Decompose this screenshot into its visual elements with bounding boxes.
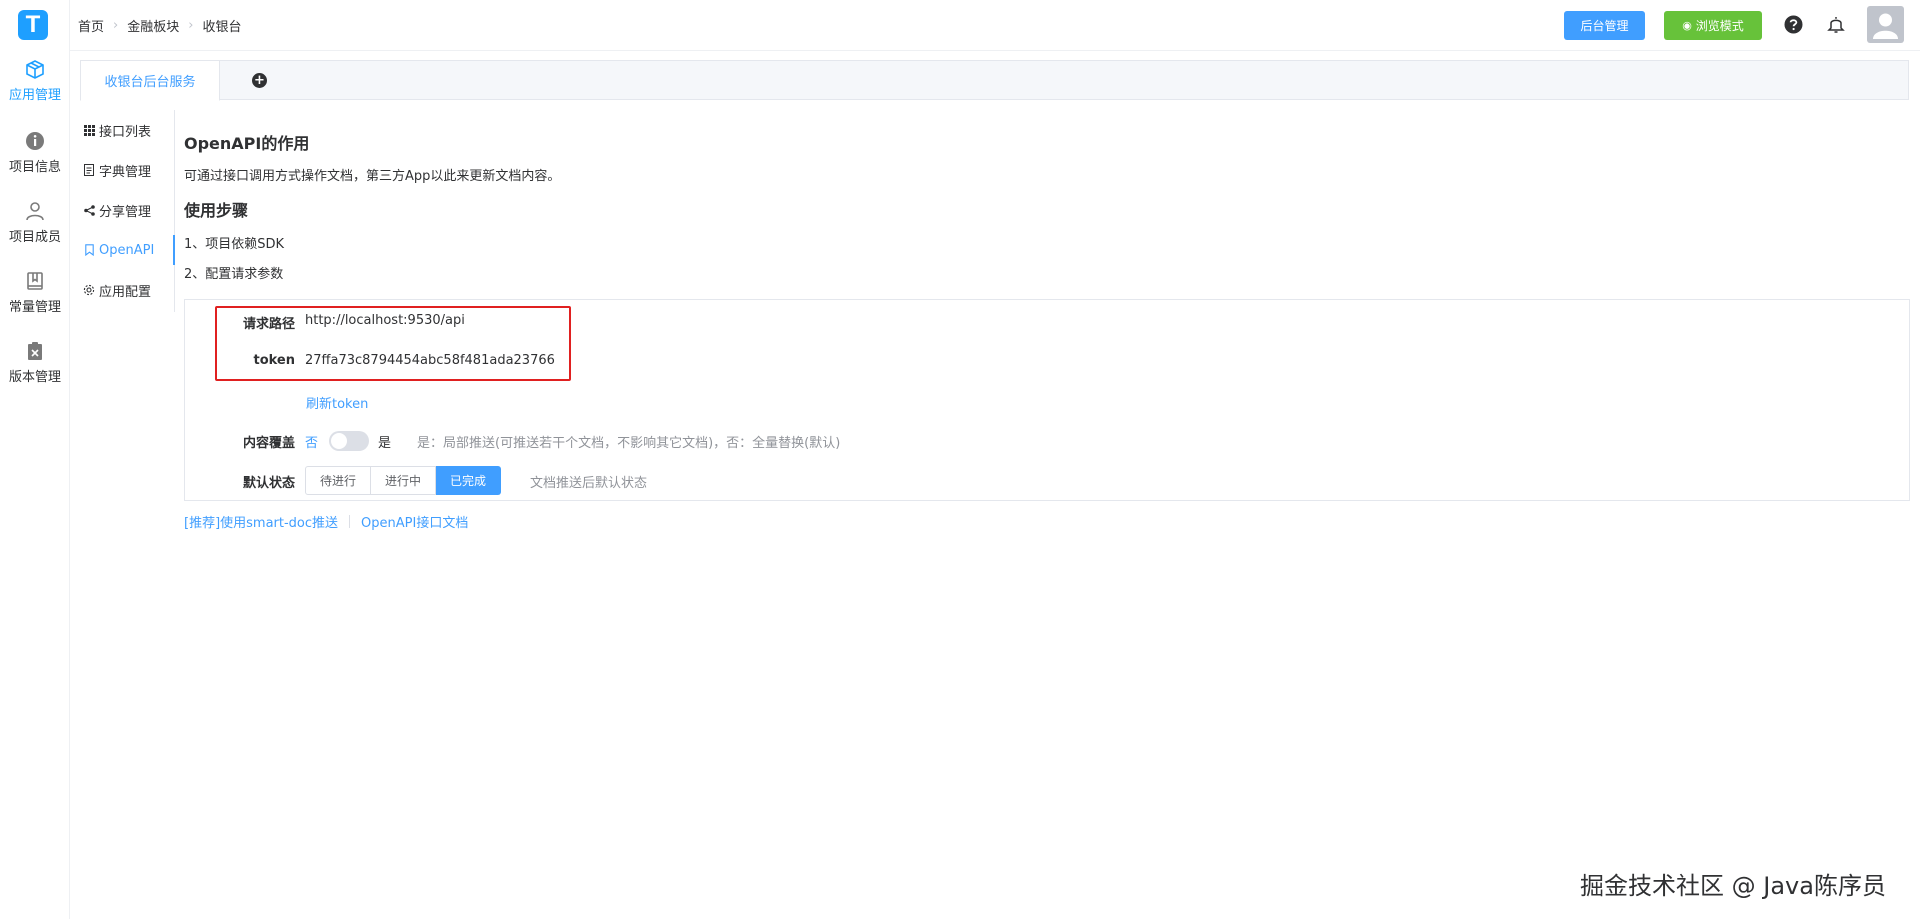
app-logo[interactable]: T [18,10,48,40]
rail-item-label: 项目成员 [8,230,61,245]
token-value: 27ffa73c8794454abc58f481ada23766 [305,353,555,368]
rail-item-app-management[interactable]: 应用管理 [0,58,70,103]
submenu-item-app-config[interactable]: 应用配置 [80,275,175,305]
chevron-right-icon: › [113,18,119,33]
tab-bar: 收银台后台服务 + [80,60,1909,101]
openapi-doc-link[interactable]: OpenAPI接口文档 [361,512,468,531]
step-2: 2、配置请求参数 [184,267,284,282]
clipboard-icon [28,342,42,360]
rail-item-label: 项目信息 [8,160,61,175]
bell-icon[interactable] [1827,15,1845,34]
rail-item-label: 应用管理 [8,88,61,103]
add-tab-icon[interactable]: + [252,73,267,88]
rail-item-versions[interactable]: 版本管理 [0,340,70,385]
status-option-pending[interactable]: 待进行 [305,466,372,495]
status-option-in-progress[interactable]: 进行中 [371,466,437,495]
submenu-label: 接口列表 [99,124,152,140]
submenu-item-api-list[interactable]: 接口列表 [80,115,175,145]
user-icon [26,202,44,221]
add-tab-symbol: + [254,73,265,88]
admin-button-label: 后台管理 [1580,19,1629,33]
secondary-menu: 接口列表 字典管理 分享管理 OpenAPI 应用配置 [80,110,175,312]
breadcrumb-cashier: 收银台 [202,20,242,35]
submenu-item-share[interactable]: 分享管理 [80,195,175,225]
grid-icon [82,124,96,136]
smart-doc-link[interactable]: [推荐]使用smart-doc推送 [184,512,338,531]
browse-mode-button[interactable]: ◉ 浏览模式 [1664,11,1762,40]
submenu-item-openapi[interactable]: OpenAPI [80,235,175,265]
description-text: 可通过接口调用方式操作文档，第三方App以此来更新文档内容。 [184,169,561,184]
watermark: 掘金技术社区 @ Java陈序员 [1580,872,1886,900]
doc-icon [82,164,96,176]
submenu-label: 应用配置 [99,284,152,300]
token-label: token [253,353,295,368]
override-toggle[interactable] [329,431,369,451]
request-path-label: 请求路径 [242,317,295,332]
left-nav-rail: T 应用管理 项目信息 项目成员 常量管理 版本管理 [0,0,70,919]
chevron-right-icon: › [188,18,194,33]
toggle-knob [331,433,347,449]
admin-button[interactable]: 后台管理 [1564,11,1645,40]
rail-item-project-info[interactable]: 项目信息 [0,130,70,175]
tab-label: 收银台后台服务 [104,75,196,90]
book-icon [27,272,43,290]
submenu-label: 分享管理 [99,204,152,220]
info-icon [26,132,44,150]
request-path-value: http://localhost:9530/api [305,313,465,328]
help-icon[interactable] [1784,15,1803,34]
default-status-selector: 待进行 进行中 已完成 [305,466,502,495]
override-label: 内容覆盖 [242,436,295,451]
link-divider [349,515,351,528]
eye-icon: ◉ [1682,19,1692,32]
top-header: 首页 › 金融板块 › 收银台 后台管理 ◉ 浏览模式 [70,0,1920,51]
rail-item-label: 常量管理 [8,300,61,315]
override-no-label[interactable]: 否 [305,432,318,451]
rail-item-constants[interactable]: 常量管理 [0,270,70,315]
bookmark-icon [82,244,96,256]
submenu-label: 字典管理 [99,164,152,180]
user-avatar-icon [1873,13,1898,39]
submenu-label: OpenAPI [99,242,155,258]
avatar[interactable] [1867,6,1904,43]
box-icon [26,60,44,79]
refresh-token-link[interactable]: 刷新token [306,393,368,412]
submenu-item-dictionary[interactable]: 字典管理 [80,155,175,185]
step-1: 1、项目依赖SDK [184,237,285,252]
breadcrumb: 首页 › 金融板块 › 收银台 [78,16,241,35]
doc-links: [推荐]使用smart-doc推送 OpenAPI接口文档 [184,512,468,531]
override-hint: 是：局部推送(可推送若干个文档，不影响其它文档)，否：全量替换(默认) [417,436,841,451]
share-icon [82,204,96,216]
openapi-config-panel: 请求路径 http://localhost:9530/api token 27f… [184,299,1910,501]
page-title: OpenAPI的作用 [184,134,310,153]
status-option-done[interactable]: 已完成 [436,466,502,495]
steps-title: 使用步骤 [184,201,249,220]
logo-letter: T [25,11,41,38]
status-hint: 文档推送后默认状态 [530,476,648,491]
override-yes-label[interactable]: 是 [378,432,391,451]
gear-icon [82,284,96,296]
rail-item-project-members[interactable]: 项目成员 [0,200,70,245]
browse-button-label: 浏览模式 [1695,19,1744,33]
default-status-label: 默认状态 [242,476,295,491]
breadcrumb-finance[interactable]: 金融板块 [127,16,179,35]
tab-cashier-backend[interactable]: 收银台后台服务 [80,60,220,101]
breadcrumb-home[interactable]: 首页 [78,16,104,35]
rail-item-label: 版本管理 [8,370,61,385]
